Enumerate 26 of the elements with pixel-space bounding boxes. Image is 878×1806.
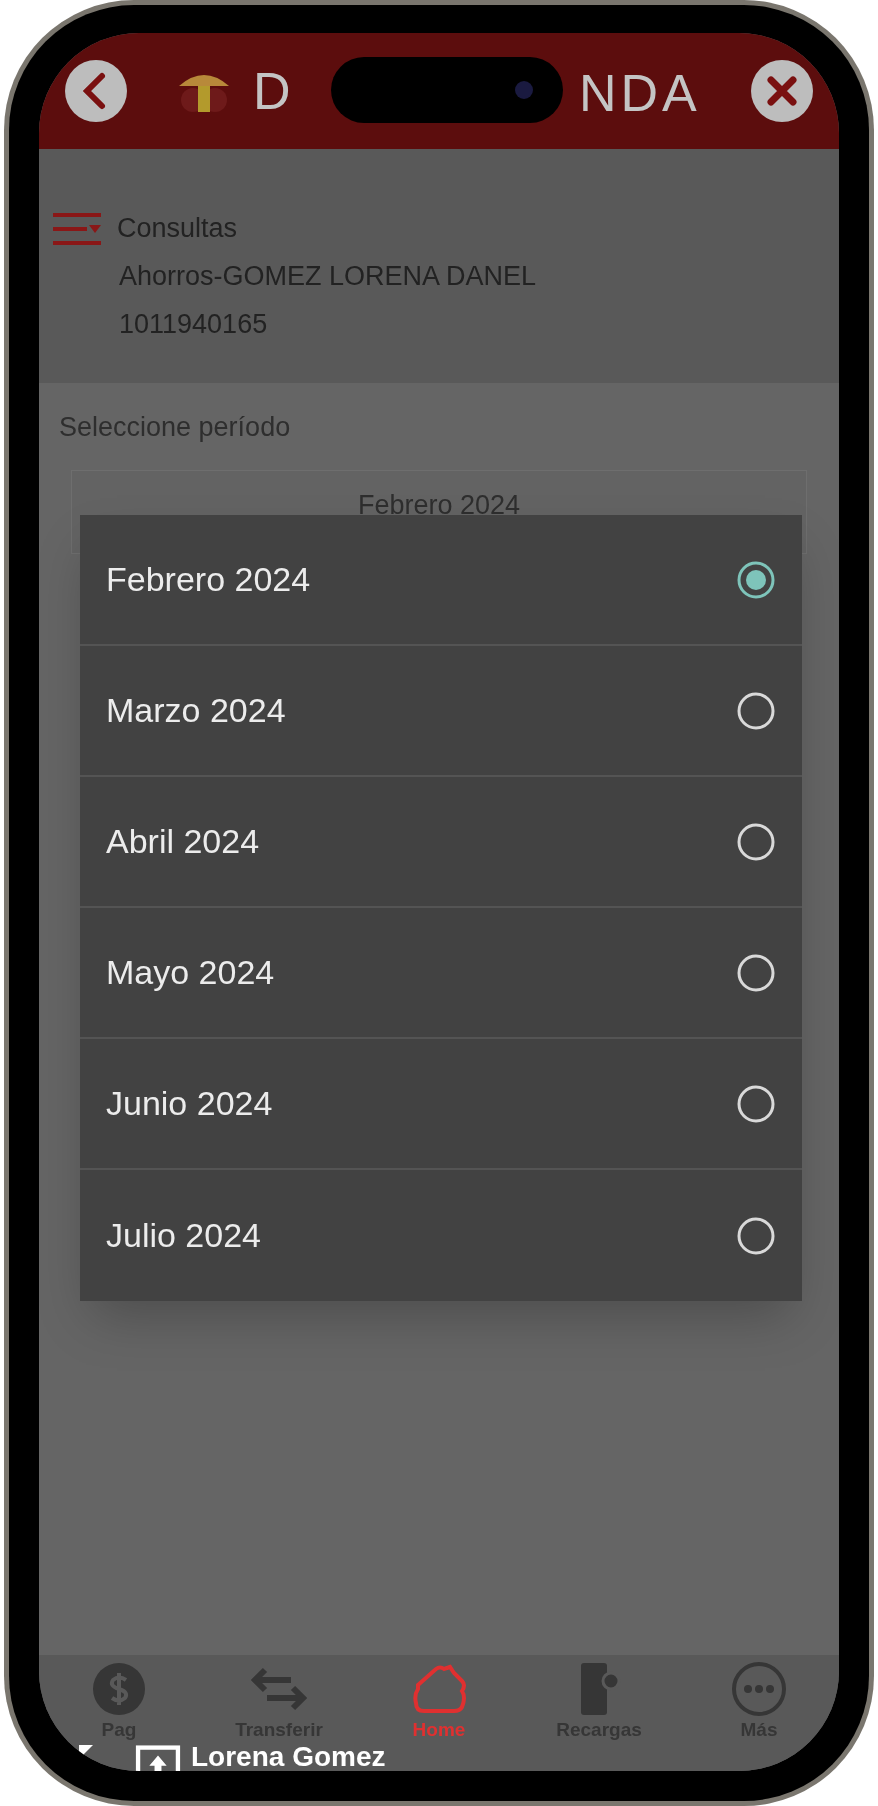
radio-button[interactable] [736,952,776,993]
period-option[interactable]: Junio 2024 [80,1039,802,1170]
account-name: Ahorros-GOMEZ LORENA DANEL [119,260,537,293]
house-icon [410,1663,468,1715]
section-title: Consultas [117,212,239,245]
user-name: Lorena Gomez [191,1743,386,1771]
period-option[interactable]: Mayo 2024 [80,908,802,1039]
account-number: 1011940165 [119,308,269,341]
radio-button[interactable] [736,690,776,731]
radio-button[interactable] [736,821,776,862]
radio-button[interactable] [736,1083,776,1124]
transfer-arrows-icon [251,1666,307,1712]
radio-button[interactable] [736,1215,776,1256]
upload-icon [135,1745,181,1771]
more-icon [731,1661,787,1717]
close-icon[interactable] [751,60,813,122]
logo-text: NDA [579,67,701,119]
field-label: Seleccione período [59,411,292,444]
back-icon[interactable] [65,60,127,122]
period-option[interactable]: Marzo 2024 [80,646,802,777]
logo-text: D [253,65,295,117]
period-option[interactable]: Julio 2024 [80,1170,802,1301]
period-option[interactable]: Abril 2024 [80,777,802,908]
radio-button[interactable] [736,559,776,600]
period-option[interactable]: Febrero 2024 [80,515,802,646]
dollar-icon [93,1663,145,1715]
